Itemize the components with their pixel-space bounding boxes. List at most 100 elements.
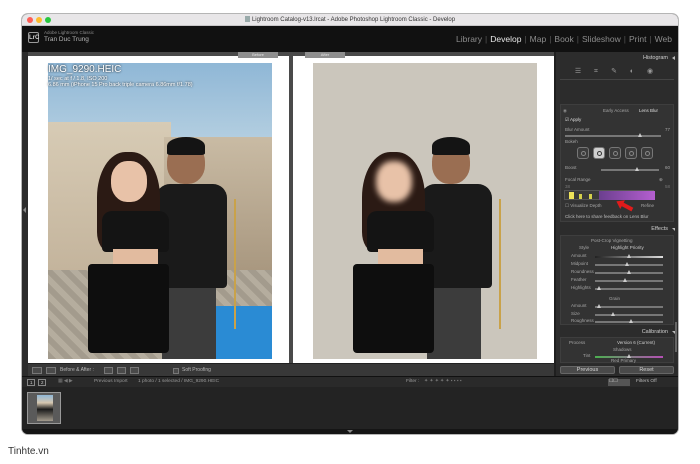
module-develop[interactable]: Develop xyxy=(490,34,521,44)
module-print[interactable]: Print xyxy=(629,34,646,44)
grain-label: Grain xyxy=(609,296,621,301)
reset-button[interactable]: Reset xyxy=(619,366,674,374)
histogram-header[interactable]: Histogram xyxy=(556,54,678,62)
right-panel-scrollbar[interactable] xyxy=(675,322,677,352)
crop-icon[interactable]: ⌗ xyxy=(592,68,600,76)
after-photo[interactable] xyxy=(313,63,537,359)
loupe-view-button[interactable] xyxy=(32,367,42,374)
bokeh-label: Bokeh xyxy=(565,139,578,144)
bokeh-ring-button[interactable] xyxy=(625,147,637,159)
soft-proofing-checkbox[interactable] xyxy=(173,368,179,374)
selection-count: 1 photo / 1 selected / IMG_9290.HEIC xyxy=(138,379,220,384)
grid-icon[interactable]: ▦ ◀ ▶ xyxy=(58,379,73,384)
filmstrip xyxy=(22,387,678,429)
tool-strip: ☰ ⌗ ✎ ◐ ◉ xyxy=(560,66,674,80)
right-panel: Histogram ☰ ⌗ ✎ ◐ ◉ ◉ Early Access Lens … xyxy=(556,52,678,376)
module-book[interactable]: Book xyxy=(554,34,573,44)
expand-left-panel-icon[interactable] xyxy=(23,207,26,213)
collapse-filmstrip-icon[interactable] xyxy=(347,430,353,433)
focal-range-histogram[interactable] xyxy=(564,190,655,200)
page-1-button[interactable]: 1 xyxy=(27,379,35,386)
style-dropdown[interactable]: Highlight Priority xyxy=(611,245,644,250)
copy-after-settings-button[interactable] xyxy=(117,367,126,374)
filter-label: Filter : xyxy=(406,379,420,384)
window-title: Lightroom Catalog-v13.lrcat - Adobe Phot… xyxy=(22,16,678,23)
after-pane: After xyxy=(293,52,554,363)
boost-label: Boost xyxy=(565,165,577,170)
develop-toolbar: Before & After : Soft Proofing xyxy=(28,363,554,376)
lightroom-logo: LrC xyxy=(28,32,39,43)
star-filter-icons[interactable]: ✦ ✦ ✦ ✦ ✦ ▪ ▪ ▪ ▪ xyxy=(424,379,462,384)
red-eye-icon[interactable]: ◉ xyxy=(646,68,654,76)
bottom-panel-edge[interactable] xyxy=(22,429,678,434)
effects-header[interactable]: Effects xyxy=(556,225,678,233)
before-after-label: Before & After : xyxy=(60,367,94,373)
identity-plate: LrC Adobe Lightroom Classic Tran Duc Tru… xyxy=(22,26,678,52)
photo-lens: 6.86 mm (iPhone 15 Pro back triple camer… xyxy=(48,82,193,88)
focal-range-far: 58 xyxy=(665,184,671,189)
edit-sliders-icon[interactable]: ☰ xyxy=(574,68,582,76)
previous-button[interactable]: Previous xyxy=(560,366,615,374)
masking-icon[interactable]: ◐ xyxy=(628,68,636,76)
roughness-slider[interactable] xyxy=(595,319,663,323)
filters-off-dropdown[interactable]: Filters Off xyxy=(636,379,657,384)
before-pane: Before IMG_9290.HEIC 1/ sec at f / 1.8, … xyxy=(28,52,289,363)
after-label: After xyxy=(305,52,345,58)
module-slideshow[interactable]: Slideshow xyxy=(582,34,621,44)
focal-range-label: Focal Range xyxy=(565,177,591,182)
post-crop-vignetting-label: Post-Crop Vignetting xyxy=(591,238,633,243)
early-access-badge: Early Access xyxy=(603,108,629,113)
page-2-button[interactable]: 2 xyxy=(38,379,46,386)
document-icon xyxy=(244,16,250,22)
boost-slider[interactable] xyxy=(601,167,659,171)
roughness-label: Roughness xyxy=(571,318,594,323)
healing-icon[interactable]: ✎ xyxy=(610,68,618,76)
vignette-amount-slider[interactable] xyxy=(595,254,663,258)
apply-checkbox[interactable]: ☑ Apply xyxy=(565,117,581,123)
grain-amount-slider[interactable] xyxy=(595,304,663,308)
lightroom-window: Lightroom Catalog-v13.lrcat - Adobe Phot… xyxy=(22,14,678,434)
visualize-depth-checkbox[interactable]: ☐ Visualize Depth xyxy=(565,203,601,209)
swap-settings-button[interactable] xyxy=(130,367,139,374)
before-after-view-button[interactable] xyxy=(46,367,56,374)
highlights-slider[interactable] xyxy=(595,286,663,290)
red-primary-label: Red Primary xyxy=(611,358,637,363)
calibration-header[interactable]: Calibration xyxy=(556,328,678,336)
process-dropdown[interactable]: Version 6 (Current) xyxy=(617,340,655,345)
focus-picker-icon[interactable]: ⊕ xyxy=(659,177,663,183)
eye-icon[interactable]: ◉ xyxy=(563,108,567,114)
roundness-slider[interactable] xyxy=(595,270,663,274)
highlights-label: Highlights xyxy=(571,285,591,290)
bokeh-cat-eye-button[interactable] xyxy=(641,147,653,159)
bokeh-shapes xyxy=(569,147,659,161)
midpoint-label: Midpoint xyxy=(571,261,589,266)
bokeh-blade-button[interactable] xyxy=(609,147,621,159)
tint-label: Tint xyxy=(583,353,591,358)
title-bar: Lightroom Catalog-v13.lrcat - Adobe Phot… xyxy=(22,14,678,26)
module-library[interactable]: Library xyxy=(456,34,482,44)
custom-filter-toggle[interactable]: ☐☐ xyxy=(608,379,630,386)
refine-control[interactable]: Refine xyxy=(641,203,654,208)
module-map[interactable]: Map xyxy=(530,34,547,44)
grain-size-slider[interactable] xyxy=(595,312,663,316)
photo-info-overlay: IMG_9290.HEIC 1/ sec at f / 1.8, ISO 200… xyxy=(48,64,193,88)
red-arrow-annotation xyxy=(614,196,634,212)
blur-amount-value[interactable]: 77 xyxy=(665,127,670,132)
bokeh-bubble-button[interactable] xyxy=(593,147,605,159)
bokeh-circle-button[interactable] xyxy=(577,147,589,159)
feather-slider[interactable] xyxy=(595,278,663,282)
blur-amount-slider[interactable] xyxy=(565,133,661,137)
source-label[interactable]: Previous Import xyxy=(94,379,128,384)
focal-range-near: 38 xyxy=(565,184,571,189)
photo-filename: IMG_9290.HEIC xyxy=(48,64,122,75)
midpoint-slider[interactable] xyxy=(595,262,663,266)
filmstrip-navigation: 1 2 ▦ ◀ ▶ Previous Import 1 photo / 1 se… xyxy=(22,376,678,387)
boost-value[interactable]: 60 xyxy=(665,165,670,170)
roundness-label: Roundness xyxy=(571,269,594,274)
feedback-link[interactable]: Click here to share feedback on Lens Blu… xyxy=(565,214,649,219)
module-web[interactable]: Web xyxy=(655,34,672,44)
before-photo[interactable] xyxy=(48,63,272,359)
copy-before-settings-button[interactable] xyxy=(104,367,113,374)
filmstrip-thumbnail[interactable] xyxy=(27,392,61,424)
user-name: Tran Duc Trung xyxy=(44,36,89,43)
